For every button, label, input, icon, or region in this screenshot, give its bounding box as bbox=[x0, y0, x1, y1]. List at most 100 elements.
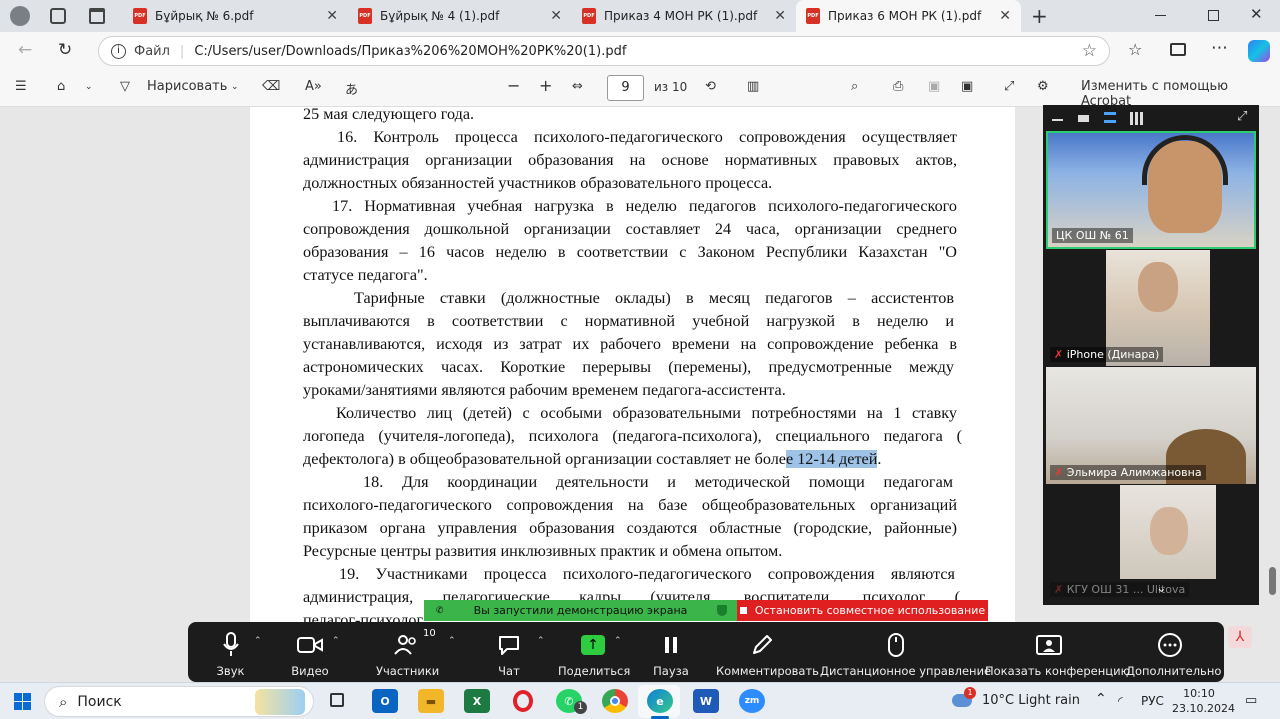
eraser-icon[interactable]: ⌫ bbox=[262, 79, 280, 94]
zoom-in-icon[interactable]: + bbox=[539, 76, 552, 95]
separator: | bbox=[179, 43, 185, 59]
fullscreen-icon[interactable]: ⤢ bbox=[1004, 79, 1014, 94]
settings-gear-icon[interactable]: ⚙ bbox=[1037, 79, 1049, 94]
chevron-down-icon[interactable]: ⌄ bbox=[231, 82, 239, 92]
expand-icon[interactable]: ⤢ bbox=[1237, 109, 1247, 124]
url-text[interactable]: C:/Users/user/Downloads/Приказ%206%20МОН… bbox=[194, 44, 626, 59]
zoom-out-icon[interactable]: − bbox=[507, 76, 520, 95]
restore-icon[interactable] bbox=[1208, 10, 1219, 21]
excel-icon[interactable]: X bbox=[464, 689, 490, 713]
wifi-icon[interactable]: ◜ bbox=[1118, 694, 1123, 708]
tab-actions-icon[interactable] bbox=[89, 8, 105, 24]
annotate-button[interactable]: Комментировать bbox=[716, 630, 819, 678]
new-tab-button[interactable]: + bbox=[1031, 4, 1048, 28]
taskbar-search[interactable]: ⌕ Поиск bbox=[44, 686, 314, 717]
chevron-up-icon[interactable]: ⌃ bbox=[254, 636, 262, 646]
refresh-icon[interactable]: ↻ bbox=[58, 40, 72, 60]
tab-prikaz-4[interactable]: PDF Приказ 4 МОН РК (1).pdf ✕ bbox=[572, 0, 796, 32]
minimize-icon[interactable] bbox=[1155, 15, 1166, 16]
video-tile[interactable]: ⌄ ✗ КГУ ОШ 31 ... Ulitova bbox=[1046, 485, 1256, 601]
close-icon[interactable]: ✕ bbox=[326, 8, 338, 24]
word-icon[interactable]: W bbox=[693, 689, 719, 713]
print-icon[interactable]: ⎙ bbox=[893, 79, 903, 94]
chrome-icon[interactable] bbox=[602, 689, 628, 713]
highlight-icon[interactable]: ⌂ bbox=[57, 79, 65, 94]
scrollbar-thumb[interactable] bbox=[1269, 567, 1276, 595]
draw-button[interactable]: Нарисовать bbox=[147, 79, 227, 94]
search-placeholder: Поиск bbox=[77, 693, 122, 710]
doc-line: выплачиваются в соответствии с нормативн… bbox=[303, 312, 954, 330]
favorites-icon[interactable]: ☆ bbox=[1128, 40, 1142, 59]
info-icon[interactable]: i bbox=[111, 43, 126, 59]
sharing-status: ✆ Вы запустили демонстрацию экрана bbox=[424, 600, 737, 621]
favorite-star-icon[interactable]: ☆ bbox=[1082, 41, 1097, 61]
remote-control-button[interactable]: Дистанционное управление bbox=[820, 630, 991, 678]
save-as-icon[interactable]: ▣ bbox=[961, 79, 973, 94]
audio-button[interactable]: Звук bbox=[208, 630, 253, 678]
close-icon[interactable]: ✕ bbox=[774, 8, 786, 24]
save-icon[interactable]: ▣ bbox=[928, 79, 940, 94]
pdf-icon: PDF bbox=[806, 8, 820, 24]
headset-icon bbox=[1142, 135, 1228, 185]
outlook-icon[interactable]: O bbox=[372, 689, 398, 713]
task-view-icon[interactable] bbox=[330, 693, 344, 707]
more-icon[interactable]: ⋯ bbox=[1211, 38, 1228, 58]
keyboard-language[interactable]: РУС bbox=[1141, 694, 1164, 708]
notifications-icon[interactable]: ▭ bbox=[1245, 693, 1257, 708]
rotate-icon[interactable]: ⟲ bbox=[705, 79, 716, 94]
show-conference-button[interactable]: Показать конференцию bbox=[985, 630, 1130, 678]
opera-icon[interactable] bbox=[510, 689, 536, 713]
close-window-icon[interactable]: ✕ bbox=[1250, 5, 1263, 23]
vertical-scrollbar[interactable] bbox=[1264, 107, 1280, 682]
video-tile[interactable]: ✗ iPhone (Динара) bbox=[1046, 250, 1256, 366]
workspaces-icon[interactable] bbox=[50, 8, 66, 24]
draw-icon[interactable]: ▽ bbox=[120, 79, 130, 94]
read-aloud-icon[interactable]: A» bbox=[305, 79, 322, 94]
fit-page-icon[interactable]: ⇔ bbox=[572, 79, 583, 94]
edge-icon[interactable]: e bbox=[647, 689, 673, 713]
stop-share-button[interactable]: Остановить совместное использование bbox=[737, 600, 988, 621]
video-tile-speaker[interactable]: ЦК ОШ № 61 bbox=[1046, 131, 1256, 249]
more-button[interactable]: Дополнительно bbox=[1126, 630, 1221, 678]
tab-title: Приказ 6 МОН РК (1).pdf bbox=[828, 9, 982, 23]
strip-view-icon[interactable] bbox=[1078, 115, 1089, 122]
file-explorer-icon[interactable]: ▬ bbox=[418, 689, 444, 713]
clock[interactable]: 10:10 23.10.2024 bbox=[1172, 686, 1235, 716]
tab-bujryq-6[interactable]: PDF Бұйрық № 6.pdf ✕ bbox=[123, 0, 348, 32]
chat-icon bbox=[499, 636, 519, 655]
chat-button[interactable]: Чат bbox=[488, 630, 530, 678]
zoom-icon[interactable]: zm bbox=[739, 689, 765, 713]
pause-share-button[interactable]: Пауза bbox=[650, 630, 692, 678]
translate-icon[interactable]: あ bbox=[345, 79, 358, 98]
gallery-view-icon[interactable] bbox=[1130, 112, 1143, 125]
address-bar[interactable]: i Файл | C:/Users/user/Downloads/Приказ%… bbox=[98, 36, 1110, 66]
back-icon[interactable]: ← bbox=[18, 40, 32, 60]
windows-start-icon[interactable] bbox=[14, 693, 31, 710]
share-label: Поделиться bbox=[558, 664, 631, 678]
search-icon[interactable]: ⌕ bbox=[851, 79, 858, 94]
tray-chevron-icon[interactable]: ⌃ bbox=[1095, 691, 1107, 707]
copilot-icon[interactable] bbox=[1248, 40, 1270, 62]
chevron-up-icon[interactable]: ⌃ bbox=[614, 636, 622, 646]
collections-icon[interactable] bbox=[1170, 43, 1186, 56]
chevron-up-icon[interactable]: ⌃ bbox=[332, 636, 340, 646]
contents-icon[interactable]: ☰ bbox=[15, 79, 27, 94]
video-tile[interactable]: ✗ Эльмира Алимжановна bbox=[1046, 367, 1256, 484]
video-button[interactable]: Видео bbox=[285, 630, 335, 678]
close-icon[interactable]: ✕ bbox=[550, 8, 562, 24]
tab-title: Бұйрық № 6.pdf bbox=[155, 9, 254, 23]
page-number-input[interactable]: 9 bbox=[607, 75, 644, 101]
profile-icon[interactable] bbox=[10, 6, 30, 26]
tab-prikaz-6[interactable]: PDF Приказ 6 МОН РК (1).pdf ✕ bbox=[796, 0, 1021, 32]
chevron-down-icon[interactable]: ⌄ bbox=[85, 82, 93, 92]
minimize-icon[interactable] bbox=[1052, 119, 1063, 121]
chevron-up-icon[interactable]: ⌃ bbox=[448, 636, 456, 646]
acrobat-icon[interactable]: ⅄ bbox=[1228, 626, 1252, 648]
doc-line: 18. Для координации деятельности и метод… bbox=[363, 473, 953, 491]
page-view-icon[interactable]: ▥ bbox=[747, 79, 759, 94]
close-icon[interactable]: ✕ bbox=[999, 8, 1011, 24]
speaker-view-icon[interactable] bbox=[1104, 112, 1116, 123]
doc-line: устанавливаются, исходя из затрат их раб… bbox=[303, 335, 957, 353]
tab-bujryq-4[interactable]: PDF Бұйрық № 4 (1).pdf ✕ bbox=[348, 0, 572, 32]
chevron-up-icon[interactable]: ⌃ bbox=[537, 636, 545, 646]
